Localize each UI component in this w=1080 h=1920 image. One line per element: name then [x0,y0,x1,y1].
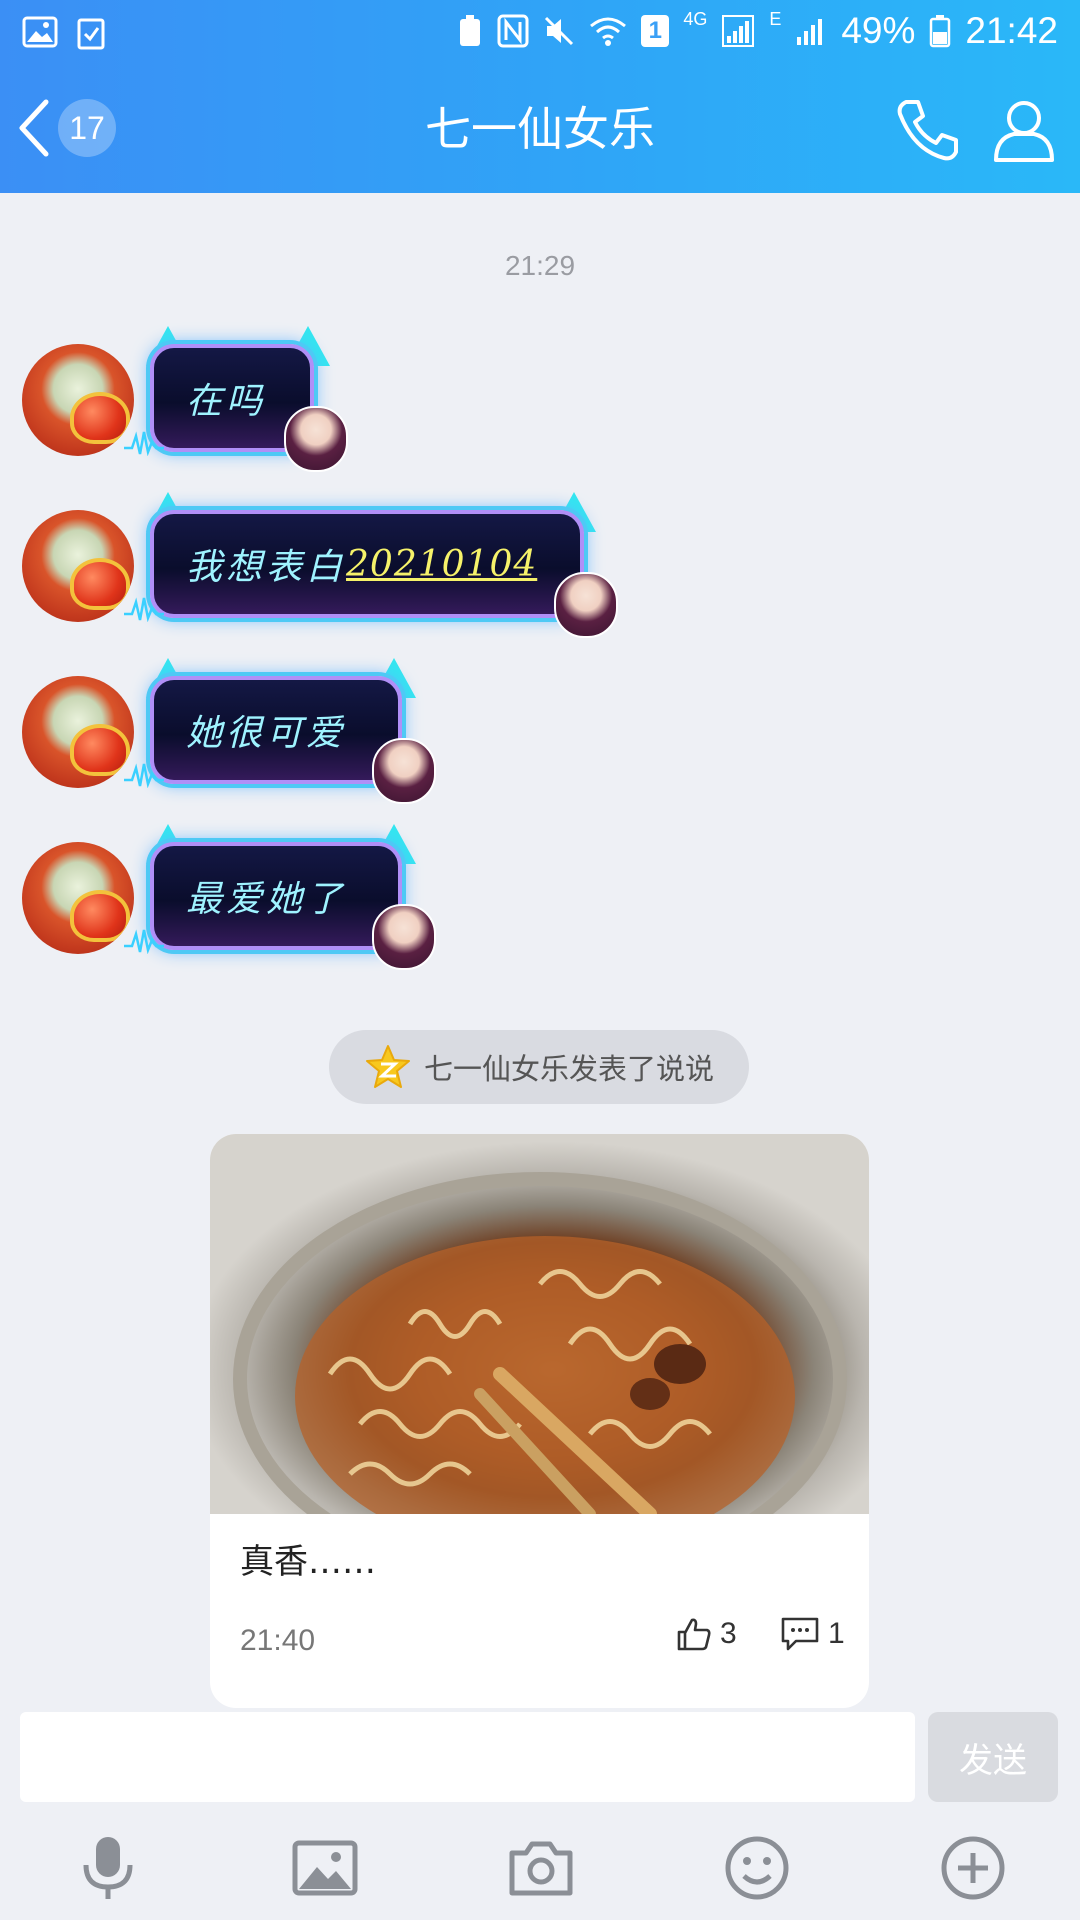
bubble-character-sticker [554,572,618,638]
chat-navbar: 17 七一仙女乐 [0,66,1080,193]
battery-icon [930,15,951,48]
avatar[interactable] [22,676,134,788]
bubble-character-sticker [372,738,436,804]
unread-count-badge: 17 [58,99,116,157]
chevron-left-icon [19,99,49,157]
message-text: 她很可爱 [186,713,347,754]
back-button[interactable]: 17 [14,93,134,163]
wave-decoration-icon [124,597,164,622]
voice-call-button[interactable] [892,94,964,166]
more-button[interactable] [938,1833,1008,1903]
wave-decoration-icon [124,431,164,456]
message-text: 我想表白 [186,547,347,588]
emoji-button[interactable] [722,1833,792,1903]
avatar[interactable] [22,510,134,622]
status-left-icons [22,16,106,50]
bubble-character-sticker [284,406,348,472]
message-input[interactable] [20,1712,915,1802]
status-time: 21:42 [965,10,1058,51]
user-icon [994,101,1054,162]
voice-input-button[interactable] [73,1833,143,1903]
plus-icon [941,1836,1005,1900]
signal-icon-2 [797,19,823,45]
noodle-bowl-illustration [233,1172,847,1586]
contact-profile-button[interactable] [988,94,1060,166]
nfc-icon [497,14,529,48]
wave-decoration-icon [124,929,164,954]
like-count: 3 [720,1617,737,1650]
battery-percent: 49% [841,10,916,51]
send-button[interactable]: 发送 [928,1712,1058,1802]
emoji-icon [725,1836,789,1900]
bubble-character-sticker [372,904,436,970]
camera-icon [509,1841,573,1896]
message-text: 在吗 [186,381,267,422]
gallery-button[interactable] [290,1833,360,1903]
camera-button[interactable] [506,1833,576,1903]
mute-icon [545,16,574,46]
qzone-star-icon [365,1045,410,1088]
image-icon [292,1840,358,1896]
wifi-icon [590,17,627,46]
chat-title: 七一仙女乐 [425,102,655,156]
gallery-notification-icon [22,16,58,48]
top-header: 1 4G E 49% 21:42 17 七一仙女乐 [0,0,1080,193]
message-text: 最爱她了 [186,879,347,920]
wave-decoration-icon [124,763,164,788]
task-notification-icon [77,18,105,50]
phone-icon [897,100,958,161]
sim-badge: 1 [641,15,670,47]
message-timestamp: 21:29 [504,250,576,281]
moment-photo[interactable] [210,1134,869,1586]
network-type-4g: 4G [683,8,708,29]
moment-notice[interactable]: 七一仙女乐发表了说说 [329,1030,749,1104]
network-type-e: E [769,8,782,29]
signal-icon-1 [722,15,755,47]
comment-button[interactable]: 1 [780,1616,845,1652]
battery-saver-icon [460,15,481,46]
avatar[interactable] [22,344,134,456]
moment-time: 21:40 [240,1624,316,1657]
status-right-icons: 1 4G E 49% 21:42 [457,8,1058,52]
comment-icon [781,1617,819,1651]
like-button[interactable]: 3 [676,1616,737,1652]
message-bubble[interactable]: 我想表白 20210104 [150,510,584,618]
moment-caption: 真香…… [240,1542,376,1582]
moment-card[interactable]: 真香…… 21:40 3 1 [210,1134,869,1708]
message-bubble[interactable]: 她很可爱 [150,676,402,784]
microphone-icon [83,1837,133,1899]
message-link[interactable]: 20210104 [346,544,537,585]
message-bubble[interactable]: 最爱她了 [150,842,402,950]
avatar[interactable] [22,842,134,954]
thumbs-up-icon [677,1618,711,1651]
comment-count: 1 [828,1617,845,1650]
moment-notice-text: 七一仙女乐发表了说说 [423,1052,714,1086]
status-bar: 1 4G E 49% 21:42 [0,0,1080,66]
